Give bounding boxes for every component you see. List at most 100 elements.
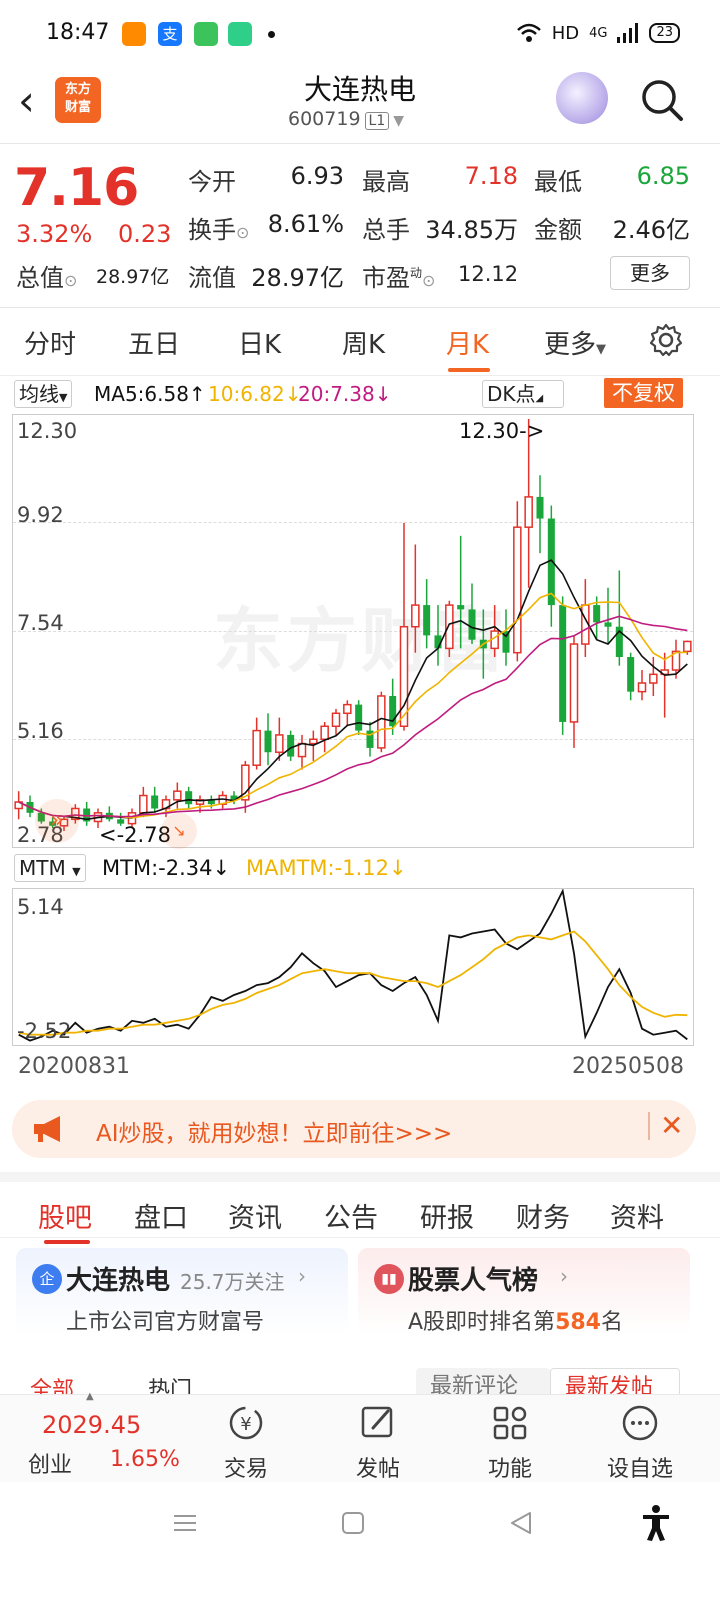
chart-bars-icon: ▮▮ (374, 1264, 404, 1294)
ai-assistant-robot-icon[interactable] (556, 72, 608, 124)
y-tick-label: 7.54 (17, 611, 64, 635)
tab-profile[interactable]: 资料 (610, 1196, 664, 1235)
turnover-value: 8.61% (267, 210, 344, 238)
ma-indicator-bar: 均线▼ MA5:6.58↑ 10:6.82↓ 20:7.38↓ DK点◢ 不复权 (14, 378, 706, 410)
tab-intraday[interactable]: 分时 (24, 324, 76, 361)
tab-order-book[interactable]: 盘口 (134, 1196, 188, 1235)
high-label: 最高 (362, 168, 410, 196)
date-end: 20250508 (572, 1054, 684, 1079)
status-right: HD 4G 23 (516, 22, 680, 44)
ai-promo-banner[interactable]: AI炒股，就用妙想！立即前往>>> ✕ (12, 1100, 696, 1158)
candle (513, 501, 522, 662)
dk-arrow-icon[interactable]: ↘ (161, 813, 197, 849)
low-marker: <-2.78 (99, 823, 171, 847)
mtm-value: MTM:-2.34↓ (102, 856, 231, 880)
open-label: 今开 (188, 168, 236, 196)
candle (559, 596, 567, 735)
home-icon[interactable] (340, 1510, 366, 1536)
back-triangle-icon[interactable] (508, 1510, 534, 1536)
candle (569, 635, 579, 748)
company-card-title: 大连热电 (66, 1266, 171, 1296)
trade-button[interactable]: ¥ 交易 (186, 1403, 306, 1483)
trade-yen-icon: ¥ (229, 1406, 263, 1440)
mtm-indicator-bar: MTM ▼ MTM:-2.34↓ MAMTM:-1.12↓ (14, 852, 706, 884)
info-icon[interactable]: ⊙ (64, 271, 77, 290)
index-value[interactable]: 2029.45 (42, 1411, 141, 1439)
candle (490, 605, 499, 658)
tab-weekly-k[interactable]: 周K (342, 324, 385, 361)
candle (14, 791, 23, 820)
candle (604, 587, 612, 645)
add-watchlist-button[interactable]: 设自选 (580, 1403, 700, 1483)
tab-research[interactable]: 研报 (420, 1196, 474, 1235)
candlestick-svg (14, 419, 692, 831)
chevron-right-icon: › (298, 1264, 306, 1288)
tab-five-day[interactable]: 五日 (128, 324, 180, 361)
tab-financials[interactable]: 财务 (516, 1196, 570, 1235)
info-icon[interactable]: ⊙ (236, 223, 249, 242)
caret-down-icon: ▼ (72, 865, 81, 878)
tab-forum[interactable]: 股吧 (38, 1196, 92, 1235)
svg-text:¥: ¥ (240, 1414, 251, 1435)
tab-more[interactable]: 更多▼ (544, 324, 606, 361)
pe-label-text: 市盈 (362, 264, 410, 292)
tab-monthly-k[interactable]: 月K (446, 324, 489, 361)
turnover-label: 换手⊙ (188, 210, 249, 245)
y-tick-label: 12.30 (17, 419, 78, 443)
more-dots-icon (622, 1405, 658, 1441)
search-icon[interactable] (640, 78, 684, 122)
pe-dynamic-sup: 动 (410, 266, 423, 280)
notification-dot-icon (268, 31, 275, 38)
company-account-card[interactable]: 企 大连热电 25.7万关注 › 上市公司官方财富号 (16, 1248, 348, 1336)
active-tab-underline (448, 368, 490, 372)
functions-button[interactable]: 功能 (450, 1403, 570, 1483)
candle (637, 670, 647, 701)
gear-icon[interactable] (648, 322, 684, 358)
more-quote-button[interactable]: 更多 (610, 256, 690, 290)
dk-point-button[interactable]: DK点◢ (482, 380, 564, 408)
indicator-select-label: MTM (19, 856, 66, 880)
adjust-button[interactable]: 不复权 (604, 378, 683, 408)
phone-app-icon (228, 22, 252, 46)
company-card-subtitle: 上市公司官方财富号 (66, 1310, 265, 1335)
close-icon[interactable]: ✕ (648, 1112, 683, 1140)
add-watchlist-label: 设自选 (606, 1457, 673, 1482)
accessibility-icon[interactable] (640, 1504, 672, 1542)
bottom-toolbar: ▲ 2029.45 创业 1.65% ¥ 交易 发帖 功能 设自选 (0, 1391, 720, 1483)
candle (264, 713, 272, 766)
mamtm-line (18, 930, 688, 1036)
volume-value: 34.85万 (425, 216, 518, 244)
popularity-card[interactable]: ▮▮ 股票人气榜 › A股即时排名第584名 (358, 1248, 690, 1336)
tab-announcements[interactable]: 公告 (324, 1196, 378, 1235)
kline-chart[interactable]: 东方财富 12.30 9.92 7.54 5.16 2.78 12.30-> <… (12, 414, 694, 849)
candle (287, 730, 295, 761)
mktcap-label: 总值⊙ (16, 258, 77, 293)
turnover-label-text: 换手 (188, 216, 236, 244)
network-type: HD (551, 22, 580, 44)
info-icon[interactable]: ⊙ (422, 271, 435, 290)
high-value: 7.18 (464, 162, 518, 190)
post-button[interactable]: 发帖 (318, 1403, 438, 1483)
system-nav-bar (0, 1484, 720, 1600)
tab-daily-k[interactable]: 日K (238, 324, 281, 361)
expand-chevron-icon[interactable]: » (35, 799, 79, 843)
caret-down-icon: ▼ (596, 342, 607, 357)
chevron-down-icon: ▼ (393, 113, 405, 129)
stock-code-selector[interactable]: 600719 L1 ▼ (288, 108, 404, 130)
mamtm-value: MAMTM:-1.12↓ (246, 856, 407, 880)
indicator-select[interactable]: MTM ▼ (14, 854, 86, 882)
float-value: 28.97亿 (251, 264, 344, 292)
mtm-svg (18, 889, 688, 1042)
candle (105, 806, 113, 822)
signal-icon (617, 23, 639, 43)
ma-type-select[interactable]: 均线▼ (14, 380, 73, 408)
change-amount: 0.23 (118, 220, 172, 248)
rank-value: 584 (555, 1310, 601, 1335)
menu-icon[interactable] (172, 1510, 198, 1536)
mtm-chart[interactable]: 5.14 -2.52 (12, 888, 694, 1046)
candle (377, 691, 386, 753)
y-tick-label: 5.16 (17, 719, 64, 743)
trade-label: 交易 (223, 1457, 268, 1482)
candle (547, 505, 555, 627)
tab-news[interactable]: 资讯 (228, 1196, 282, 1235)
